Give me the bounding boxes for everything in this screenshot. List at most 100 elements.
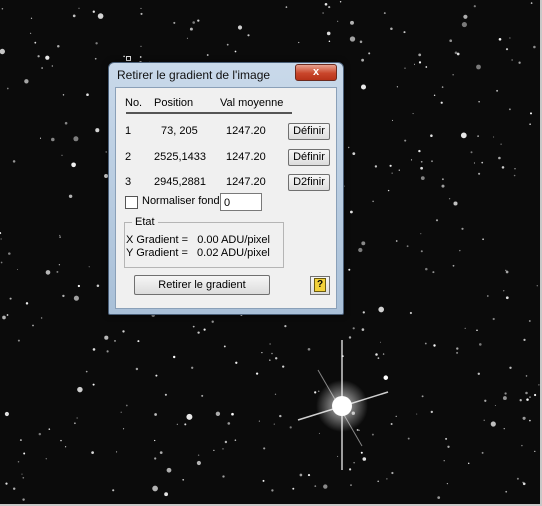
star xyxy=(508,108,511,111)
star xyxy=(440,101,443,104)
star xyxy=(114,340,116,342)
star xyxy=(271,489,274,492)
star xyxy=(105,151,107,153)
star xyxy=(223,345,226,348)
star xyxy=(247,34,250,37)
star xyxy=(56,270,59,273)
star xyxy=(77,284,81,288)
star xyxy=(234,50,237,53)
star xyxy=(360,451,363,454)
star xyxy=(34,41,37,44)
dialog-content: No. Position Val moyenne 1 73, 205 1247.… xyxy=(115,87,337,309)
star xyxy=(192,325,195,328)
star xyxy=(24,79,29,84)
star xyxy=(8,252,11,255)
star xyxy=(441,86,444,88)
star xyxy=(284,325,287,328)
star xyxy=(406,245,409,248)
star xyxy=(6,314,9,316)
star xyxy=(505,296,509,300)
star xyxy=(387,189,390,192)
star xyxy=(383,12,386,15)
star xyxy=(45,458,47,460)
star xyxy=(88,266,90,268)
help-question-icon: ? xyxy=(314,278,326,292)
star xyxy=(356,428,359,431)
star xyxy=(494,404,496,407)
row-2-no: 2 xyxy=(125,151,132,163)
star xyxy=(322,12,324,14)
star xyxy=(173,21,176,24)
star xyxy=(433,344,436,347)
close-button[interactable]: x xyxy=(295,64,337,81)
star xyxy=(534,393,537,397)
retirer-gradient-button[interactable]: Retirer le gradient xyxy=(134,275,270,295)
star xyxy=(348,146,350,149)
star xyxy=(478,172,481,175)
star xyxy=(1,7,4,10)
star xyxy=(285,6,288,8)
star xyxy=(154,457,157,460)
star xyxy=(4,411,9,417)
star xyxy=(371,433,374,436)
star xyxy=(0,261,3,264)
star xyxy=(45,55,50,60)
definir-button-1[interactable]: Définir xyxy=(288,123,330,140)
star xyxy=(383,375,389,380)
star xyxy=(269,359,271,361)
star xyxy=(407,437,410,440)
fond-value-input[interactable]: 0 xyxy=(220,193,262,211)
star xyxy=(432,271,435,274)
star xyxy=(261,351,263,354)
star xyxy=(467,462,470,465)
row-1-no: 1 xyxy=(125,125,132,137)
normaliser-fond-checkbox[interactable] xyxy=(125,196,138,209)
definir-button-3[interactable]: D2finir xyxy=(288,174,330,191)
star xyxy=(443,460,445,462)
star xyxy=(368,52,371,55)
star xyxy=(339,1,342,3)
star xyxy=(538,384,540,386)
star xyxy=(279,414,282,418)
star xyxy=(197,454,200,456)
definir-button-2[interactable]: Définir xyxy=(288,149,330,166)
row-2-value: 1247.20 xyxy=(226,151,266,163)
star xyxy=(530,2,533,4)
title-bar[interactable]: Retirer le gradient de l'image x xyxy=(109,63,343,85)
star xyxy=(352,152,356,156)
star xyxy=(396,86,398,88)
star xyxy=(509,37,511,39)
star xyxy=(186,413,193,420)
star xyxy=(25,302,29,305)
star xyxy=(262,479,265,482)
star xyxy=(362,311,365,314)
star xyxy=(140,7,142,9)
star xyxy=(461,22,467,28)
star xyxy=(0,238,2,240)
star xyxy=(135,367,139,371)
star xyxy=(452,264,455,267)
star xyxy=(482,238,484,241)
star xyxy=(452,74,454,76)
star xyxy=(486,295,489,297)
star xyxy=(476,64,481,70)
star xyxy=(78,7,80,9)
help-button[interactable]: ? xyxy=(310,276,330,295)
star xyxy=(404,139,407,142)
star xyxy=(227,422,231,425)
remove-gradient-dialog: Retirer le gradient de l'image x No. Pos… xyxy=(108,62,344,315)
star xyxy=(41,67,43,69)
star xyxy=(289,426,292,429)
star xyxy=(503,290,505,292)
star xyxy=(182,478,185,481)
star xyxy=(213,449,215,452)
star xyxy=(12,160,16,163)
star xyxy=(77,386,83,393)
star xyxy=(30,17,33,19)
star xyxy=(395,240,398,242)
star xyxy=(479,343,482,346)
star xyxy=(73,136,79,142)
star xyxy=(525,391,528,395)
star xyxy=(409,311,412,315)
star xyxy=(6,87,9,90)
